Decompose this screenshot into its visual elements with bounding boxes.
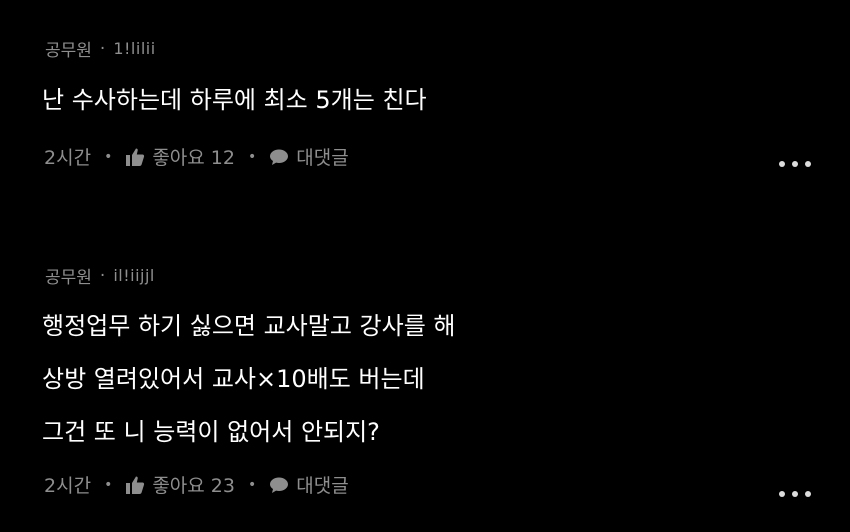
comment-meta: 공무원 · il!iijjl <box>45 263 155 289</box>
reply-label: 대댓글 <box>296 475 349 497</box>
thumbs-up-icon <box>125 147 145 167</box>
comment-line: 그건 또 니 능력이 없어서 안되지? <box>42 418 380 446</box>
meta-separator: · <box>99 38 106 59</box>
action-separator: • <box>248 476 257 493</box>
like-button[interactable]: 좋아요 23 <box>125 471 235 498</box>
author-name[interactable]: 공무원 <box>45 36 92 61</box>
comment-item: 공무원 · il!iijjl 행정업무 하기 싫으면 교사말고 강사를 해 상방… <box>0 230 850 532</box>
reply-button[interactable]: 대댓글 <box>269 143 349 170</box>
comment-item: 공무원 · 1!lilii 난 수사하는데 하루에 최소 5개는 친다 2시간 … <box>0 0 850 230</box>
comment-meta: 공무원 · 1!lilii <box>45 36 156 62</box>
comment-actions: 2시간 • 좋아요 23 • 대댓글 <box>44 471 349 498</box>
reply-label: 대댓글 <box>296 147 349 169</box>
comment-actions: 2시간 • 좋아요 12 • 대댓글 <box>44 143 349 170</box>
author-name[interactable]: 공무원 <box>45 263 92 288</box>
thumbs-up-icon <box>125 475 145 495</box>
comment-body: 난 수사하는데 하루에 최소 5개는 친다 <box>42 74 427 127</box>
more-dots-icon <box>778 156 812 172</box>
reply-button[interactable]: 대댓글 <box>269 471 349 498</box>
more-options-button[interactable] <box>778 486 812 502</box>
comment-line: 상방 열려있어서 교사×10배도 버는데 <box>42 365 425 393</box>
author-handle: il!iijjl <box>113 266 155 285</box>
like-count: 좋아요 12 <box>152 147 235 169</box>
comment-body: 행정업무 하기 싫으면 교사말고 강사를 해 상방 열려있어서 교사×10배도 … <box>42 300 456 459</box>
more-dots-icon <box>778 486 812 502</box>
speech-bubble-icon <box>269 147 289 167</box>
author-handle: 1!lilii <box>113 39 156 58</box>
like-button[interactable]: 좋아요 12 <box>125 143 235 170</box>
action-separator: • <box>104 148 113 165</box>
comment-time: 2시간 <box>44 147 92 169</box>
more-options-button[interactable] <box>778 156 812 172</box>
comment-time: 2시간 <box>44 475 92 497</box>
action-separator: • <box>248 148 257 165</box>
like-count: 좋아요 23 <box>152 475 235 497</box>
action-separator: • <box>104 476 113 493</box>
comment-line: 난 수사하는데 하루에 최소 5개는 친다 <box>42 86 427 114</box>
comment-line: 행정업무 하기 싫으면 교사말고 강사를 해 <box>42 312 456 340</box>
meta-separator: · <box>99 265 106 286</box>
speech-bubble-icon <box>269 475 289 495</box>
